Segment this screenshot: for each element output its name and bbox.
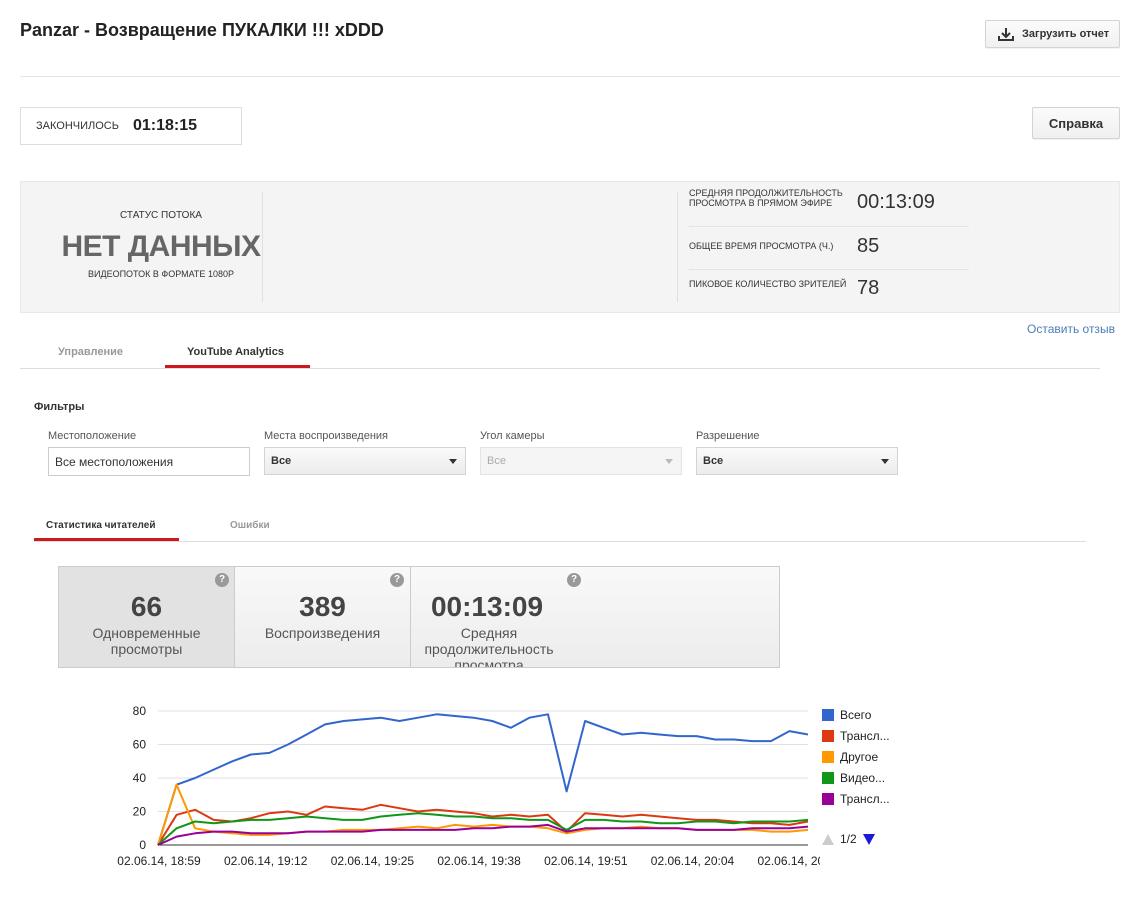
playback-label: Места воспроизведения — [264, 430, 389, 442]
panel-divider — [262, 192, 263, 302]
legend-item[interactable]: Другое — [822, 750, 878, 764]
camera-label: Угол камеры — [480, 430, 545, 442]
legend-item[interactable]: Всего — [822, 708, 871, 722]
feedback-link[interactable]: Оставить отзыв — [1027, 322, 1115, 336]
page-title: Panzar - Возвращение ПУКАЛКИ !!! xDDD — [20, 20, 384, 40]
legend-swatch — [822, 772, 834, 784]
y-tick-label: 40 — [133, 771, 147, 785]
playback-select[interactable]: Все — [264, 447, 466, 475]
ended-label: ЗАКОНЧИЛОСЬ — [36, 120, 119, 132]
metric-value: 00:13:09 — [857, 191, 935, 213]
card-avg-duration[interactable]: ? 00:13:09 Средняя продолжительность про… — [411, 567, 591, 667]
download-icon — [998, 28, 1014, 41]
card-concurrent-views[interactable]: ? 66 Одновременные просмотры — [59, 567, 234, 667]
resolution-select-value: Все — [703, 455, 724, 467]
ended-timer: ЗАКОНЧИЛОСЬ 01:18:15 — [20, 107, 242, 145]
metric-label: ПИКОВОЕ КОЛИЧЕСТВО ЗРИТЕЛЕЙ — [689, 279, 847, 289]
metric-value: 85 — [857, 235, 880, 257]
legend-item[interactable]: Видео... — [822, 771, 885, 785]
stream-status-panel: СТАТУС ПОТОКА НЕТ ДАННЫХ ВИДЕОПОТОК В ФО… — [20, 181, 1120, 313]
help-icon[interactable]: ? — [215, 573, 229, 587]
y-tick-label: 80 — [133, 704, 147, 718]
dropdown-arrow-icon — [665, 459, 673, 464]
card-label: Воспроизведения — [264, 625, 381, 641]
camera-select-value: Все — [487, 455, 506, 467]
tab-manage[interactable]: Управление — [58, 346, 123, 358]
resolution-select[interactable]: Все — [696, 447, 898, 475]
dropdown-arrow-icon — [881, 459, 889, 464]
pager-prev-icon[interactable] — [822, 833, 834, 845]
legend-label: Видео... — [840, 771, 886, 785]
x-tick-label: 02.06.14, 18:59 — [117, 854, 201, 868]
x-tick-label: 02.06.14, 19:12 — [224, 854, 308, 868]
x-tick-label: 02.06.14, 19:51 — [544, 854, 628, 868]
legend-swatch — [822, 730, 834, 742]
playback-select-value: Все — [271, 455, 292, 467]
ended-value: 01:18:15 — [132, 117, 197, 134]
download-report-label: Загрузить отчет — [1022, 28, 1110, 40]
card-label: Средняя продолжительность просмотра — [424, 625, 554, 668]
metric-label: СРЕДНЯЯ ПРОДОЛЖИТЕЛЬНОСТЬ ПРОСМОТРА В ПР… — [689, 188, 843, 208]
stream-status-label: СТАТУС ПОТОКА — [120, 210, 202, 221]
dropdown-arrow-icon — [449, 459, 457, 464]
help-button[interactable]: Справка — [1032, 107, 1120, 139]
legend-swatch — [822, 709, 834, 721]
filters-heading: Фильтры — [34, 401, 85, 413]
stream-status-value: НЕТ ДАННЫХ — [61, 230, 261, 263]
legend-label: Всего — [840, 708, 872, 722]
x-tick-label: 02.06.14, 19:25 — [331, 854, 415, 868]
location-input[interactable] — [48, 447, 250, 476]
panel-divider — [677, 192, 678, 302]
x-tick-label: 02.06.14, 20:17 — [757, 854, 820, 868]
y-tick-label: 60 — [133, 738, 147, 752]
metric-divider — [689, 269, 969, 270]
y-tick-label: 0 — [139, 838, 146, 852]
metric-avg-duration: СРЕДНЯЯ ПРОДОЛЖИТЕЛЬНОСТЬ ПРОСМОТРА В ПР… — [689, 186, 969, 226]
subtab-viewer-stats[interactable]: Статистика читателей — [46, 520, 155, 531]
legend-label: Трансл... — [840, 729, 890, 743]
x-tick-label: 02.06.14, 19:38 — [437, 854, 521, 868]
location-label: Местоположение — [48, 430, 137, 442]
subtab-errors[interactable]: Ошибки — [230, 520, 270, 531]
metric-peak-viewers: ПИКОВОЕ КОЛИЧЕСТВО ЗРИТЕЛЕЙ 78 — [689, 274, 969, 314]
help-icon[interactable]: ? — [390, 573, 404, 587]
stream-format: ВИДЕОПОТОК В ФОРМАТЕ 1080P — [88, 269, 234, 279]
card-value: 00:13:09 — [430, 591, 544, 622]
card-value: 66 — [130, 591, 163, 622]
metric-label: ОБЩЕЕ ВРЕМЯ ПРОСМОТРА (Ч.) — [689, 241, 834, 251]
y-tick-label: 20 — [133, 805, 147, 819]
legend-item[interactable]: Трансл... — [822, 792, 890, 806]
card-label: Одновременные просмотры — [92, 625, 201, 657]
header-divider — [20, 76, 1120, 77]
tab-youtube-analytics[interactable]: YouTube Analytics — [187, 346, 284, 358]
legend-label: Трансл... — [840, 792, 890, 806]
legend-label: Другое — [840, 750, 879, 764]
pager-text: 1/2 — [840, 832, 857, 846]
metric-value: 78 — [857, 277, 880, 299]
help-icon[interactable]: ? — [567, 573, 581, 587]
viewers-line-chart: 0 20 40 60 80 02.06.14, 18:59 02.06.14, 19:12 0… — [117, 704, 820, 868]
tabs-divider — [20, 368, 1100, 369]
metric-cards: ? 66 Одновременные просмотры ? 389 Воспр… — [58, 566, 780, 668]
legend-item[interactable]: Трансл... — [822, 729, 890, 743]
legend-swatch — [822, 793, 834, 805]
metric-divider — [689, 226, 969, 227]
subtabs-divider — [34, 541, 1086, 542]
pager-next-icon[interactable] — [862, 833, 875, 845]
stream-status: СТАТУС ПОТОКА НЕТ ДАННЫХ ВИДЕОПОТОК В ФО… — [41, 182, 281, 314]
legend-swatch — [822, 751, 834, 763]
x-tick-label: 02.06.14, 20:04 — [651, 854, 735, 868]
legend-pager: 1/2 — [822, 832, 875, 846]
card-value: 389 — [299, 591, 346, 622]
card-playbacks[interactable]: ? 389 Воспроизведения — [235, 567, 410, 667]
download-report-button[interactable]: Загрузить отчет — [985, 20, 1120, 48]
resolution-label: Разрешение — [696, 430, 760, 442]
metric-total-watch-time: ОБЩЕЕ ВРЕМЯ ПРОСМОТРА (Ч.) 85 — [689, 232, 969, 272]
camera-select: Все — [480, 447, 682, 475]
